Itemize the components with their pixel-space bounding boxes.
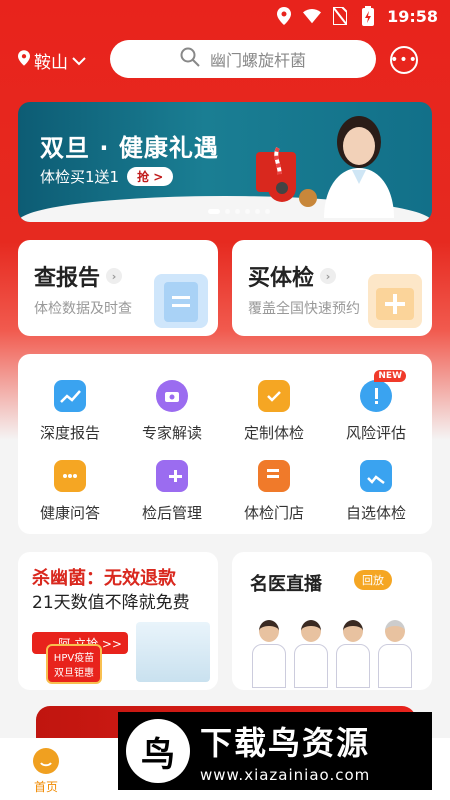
chevron-right-icon: ›: [106, 268, 123, 284]
wifi-icon: [303, 7, 322, 25]
check-report-title-row: 查报告 ›: [34, 260, 123, 292]
top-bar: 鞍山 幽门螺旋杆菌 •••: [0, 40, 450, 80]
tab-home[interactable]: 首页: [22, 748, 70, 795]
report-clipboard-icon: [154, 274, 208, 328]
service-post-checkup[interactable]: 检后管理: [122, 454, 222, 534]
live-stream-card[interactable]: 名医直播 回放: [232, 552, 432, 690]
buy-checkup-title-row: 买体检 ›: [248, 260, 337, 292]
report-chart-icon: [54, 380, 86, 412]
location-pin-icon: [18, 50, 30, 71]
search-placeholder: 幽门螺旋杆菌: [209, 51, 306, 70]
service-grid: 深度报告 专家解读 定制体检 NEW 风险评估 健康问答 检后管理 体检门店 自…: [18, 354, 432, 534]
battery-charging-icon: [359, 6, 377, 26]
service-label: 体检门店: [243, 504, 304, 522]
message-icon[interactable]: •••: [390, 46, 418, 74]
service-label: 检后管理: [141, 504, 202, 522]
manage-plus-icon: [156, 460, 188, 492]
check-report-card[interactable]: 查报告 › 体检数据及时查: [18, 240, 218, 336]
hpv-badge-line2: 双旦钜惠: [54, 668, 94, 679]
custom-box-icon: [258, 380, 290, 412]
chevron-down-icon: [72, 51, 86, 71]
service-custom-checkup[interactable]: 定制体检: [224, 374, 324, 454]
tab-home-label: 首页: [33, 780, 58, 794]
service-deep-report[interactable]: 深度报告: [20, 374, 120, 454]
medical-box-icon: [368, 274, 422, 328]
buy-checkup-title: 买体检: [248, 266, 315, 291]
buy-checkup-subtitle: 覆盖全国快速预约: [248, 301, 360, 317]
promo-card-hp[interactable]: 杀幽菌：无效退款 21天数值不降就免费 阿 立抢 >> HPV疫苗 双旦钜惠: [18, 552, 218, 690]
service-label: 专家解读: [141, 424, 202, 442]
hpv-badge: HPV疫苗 双旦钜惠: [46, 644, 102, 684]
doctor-illustration: [324, 116, 394, 218]
promo-banner[interactable]: 双旦 · 健康礼遇 体检买1送1 抢 >: [18, 102, 432, 222]
phone-expert-icon: [156, 380, 188, 412]
check-report-subtitle: 体检数据及时查: [34, 301, 132, 317]
banner-grab-button[interactable]: 抢 >: [127, 167, 174, 186]
check-report-title: 查报告: [34, 266, 101, 291]
promo-subline: 21天数值不降就免费: [32, 593, 190, 613]
watermark-logo-icon: 鸟: [126, 719, 190, 783]
shield-alert-icon: NEW: [360, 370, 406, 412]
service-self-select[interactable]: 自选体检: [326, 454, 426, 534]
watermark-title: 下载鸟资源: [200, 724, 371, 762]
store-doc-icon: [258, 460, 290, 492]
promo-headline: 杀幽菌：无效退款: [32, 568, 176, 589]
service-label: 健康问答: [39, 504, 100, 522]
buy-checkup-card[interactable]: 买体检 › 覆盖全国快速预约: [232, 240, 432, 336]
doctors-illustration: [252, 610, 412, 688]
service-label: 深度报告: [39, 424, 100, 442]
chevron-right-icon: ›: [320, 268, 337, 284]
search-icon: [180, 47, 200, 71]
city-label: 鞍山: [34, 53, 68, 73]
banner-subtitle: 体检买1送1: [40, 168, 120, 186]
status-bar: 19:58: [0, 0, 450, 32]
hpv-badge-line1: HPV疫苗: [53, 653, 95, 664]
banner-subtitle-row: 体检买1送1 抢 >: [40, 166, 174, 187]
no-sim-icon: [331, 7, 349, 25]
banner-pagination: [208, 209, 270, 214]
replay-badge[interactable]: 回放: [354, 570, 392, 590]
service-health-qa[interactable]: 健康问答: [20, 454, 120, 534]
chat-bubble-icon: [54, 460, 86, 492]
product-box-image: [136, 622, 210, 682]
service-label: 自选体检: [345, 504, 406, 522]
stethoscope-gift-icon: [256, 146, 317, 207]
service-risk-assessment[interactable]: NEW 风险评估: [326, 370, 426, 454]
service-expert-reading[interactable]: 专家解读: [122, 374, 222, 454]
search-input[interactable]: 幽门螺旋杆菌: [110, 40, 376, 78]
new-badge: NEW: [374, 370, 406, 382]
city-selector[interactable]: 鞍山: [18, 48, 86, 73]
calendar-check-icon: [360, 460, 392, 492]
service-label: 定制体检: [243, 424, 304, 442]
watermark-overlay: 鸟 下载鸟资源 www.xiazainiao.com: [118, 712, 432, 790]
watermark-url: www.xiazainiao.com: [200, 766, 371, 784]
live-title: 名医直播: [250, 574, 322, 595]
watermark-text: 下载鸟资源 www.xiazainiao.com: [200, 718, 370, 784]
service-label: 风险评估: [345, 424, 406, 442]
location-pin-icon: [275, 7, 293, 25]
status-time: 19:58: [387, 6, 438, 26]
service-checkup-store[interactable]: 体检门店: [224, 454, 324, 534]
banner-title: 双旦 · 健康礼遇: [40, 134, 219, 162]
home-icon: [33, 748, 59, 774]
